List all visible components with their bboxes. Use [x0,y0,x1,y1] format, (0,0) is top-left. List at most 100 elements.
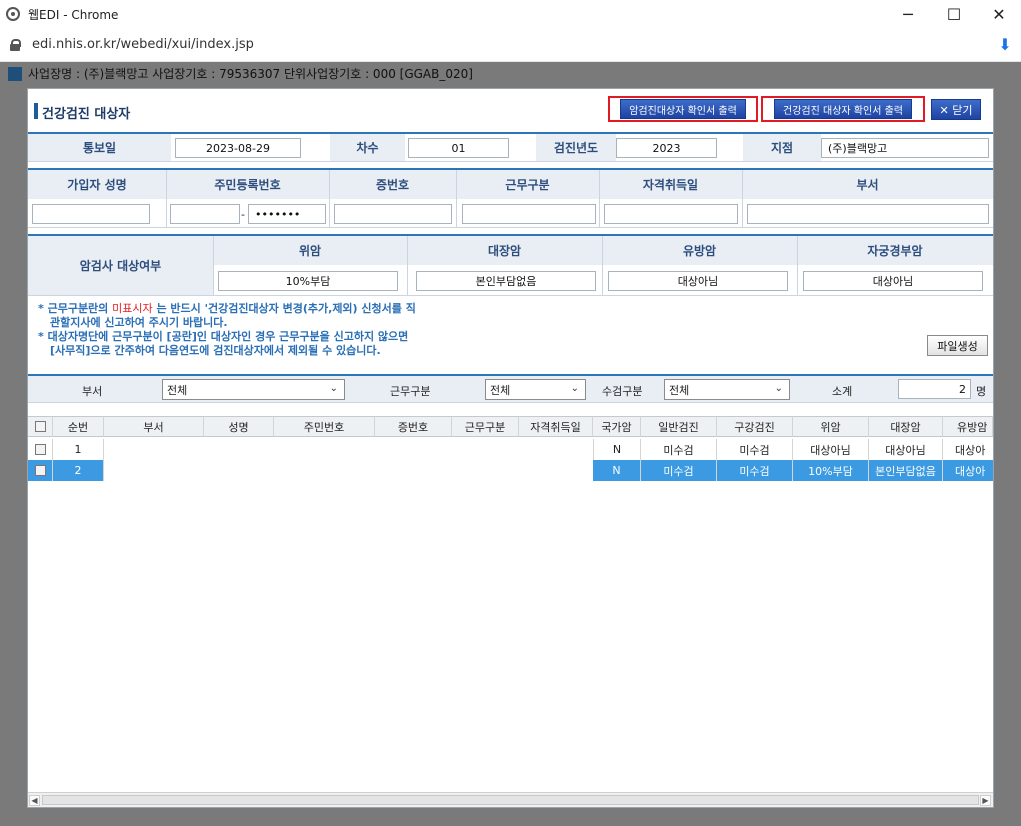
address-bar: edi.nhis.or.kr/webedi/xui/index.jsp ⬇ [0,28,1021,62]
rrn-dash: - [241,208,245,221]
scroll-right-icon[interactable]: ▶ [980,795,991,806]
col-header-no[interactable]: 순번 [53,416,104,437]
chevron-down-icon: ⌄ [774,383,783,394]
colon-cancer-field[interactable]: 본인부담없음 [416,271,596,291]
stomach-cancer-field[interactable]: 10%부담 [218,271,398,291]
cervical-cancer-field[interactable]: 대상아님 [803,271,983,291]
cell-no[interactable]: 1 [53,439,104,460]
subtotal-unit: 명 [976,385,987,398]
notice-text: * 근무구분란의 미표시자 는 반드시 '건강검진대상자 변경(추가,제외) 신… [38,302,416,358]
branch-label: 지점 [743,134,821,161]
url-text[interactable]: edi.nhis.or.kr/webedi/xui/index.jsp [32,37,254,52]
divider [213,236,214,295]
file-create-button[interactable]: 파일생성 [927,335,988,356]
scroll-thumb[interactable] [42,795,979,805]
chrome-app-icon [6,7,20,21]
divider [456,170,457,228]
col-header-breast[interactable]: 유방암 [943,416,993,437]
col-header-work[interactable]: 근무구분 [452,416,519,437]
col-header-colon[interactable]: 대장암 [869,416,943,437]
modal-title: 건강검진 대상자 [42,107,131,122]
exam-type-select[interactable]: 전체 ⌄ [664,379,790,400]
col-header-dept[interactable]: 부서 [104,416,204,437]
download-icon[interactable]: ⬇ [995,35,1015,55]
cell-blank[interactable] [104,439,593,460]
row-checkbox-cell[interactable] [28,460,53,481]
notice-line-1-pre: * 근무구분란의 [38,302,113,315]
cell-stomach[interactable]: 10%부담 [793,460,869,481]
filter-work-label: 근무구분 [390,385,431,398]
year-field[interactable]: 2023 [616,138,717,158]
breast-cancer-field[interactable]: 대상아님 [608,271,788,291]
cell-breast[interactable]: 대상아 [943,460,993,481]
row-checkbox[interactable] [34,444,46,455]
scroll-left-icon[interactable]: ◀ [29,795,40,806]
card-number-input[interactable] [334,204,452,224]
cell-national-cancer[interactable]: N [593,460,641,481]
select-all-checkbox[interactable] [34,421,46,432]
divider [742,170,743,228]
notice-line-2: 관할지사에 신고하여 주시기 바랍니다. [50,316,228,329]
cell-oral-exam[interactable]: 미수검 [717,439,793,460]
cell-colon[interactable]: 대상아님 [869,439,943,460]
divider [797,236,798,295]
col-header-rrn[interactable]: 주민번호 [274,416,375,437]
cell-no[interactable]: 2 [53,460,104,481]
rrn-front-input[interactable] [170,204,240,224]
maximize-button[interactable]: ☐ [931,0,977,28]
minimize-button[interactable]: ─ [885,0,931,28]
cell-oral-exam[interactable]: 미수검 [717,460,793,481]
cell-national-cancer[interactable]: N [593,439,641,460]
filter-dept-label: 부서 [82,385,103,398]
col-header-qual-date[interactable]: 자격취득일 [519,416,593,437]
health-print-button[interactable]: 건강검진 대상자 확인서 출력 [774,99,912,119]
work-type-input[interactable] [462,204,596,224]
row-checkbox-cell[interactable] [28,439,53,460]
col-header-card[interactable]: 증번호 [375,416,452,437]
business-info: 사업장명 : (주)블랙망고 사업장기호 : 79536307 단위사업장기호 … [8,65,473,82]
row-checkbox[interactable] [34,465,46,476]
cell-blank[interactable] [104,460,593,481]
work-label: 근무구분 [456,170,599,199]
horizontal-scrollbar[interactable]: ◀ ▶ [28,792,993,807]
dept-select[interactable]: 전체 ⌄ [162,379,345,400]
work-select-value: 전체 [490,383,511,397]
work-type-select[interactable]: 전체 ⌄ [485,379,586,400]
name-label: 가입자 성명 [28,170,166,199]
subtotal-label: 소계 [832,385,853,398]
col-header-national-cancer[interactable]: 국가암 [593,416,641,437]
cancer-print-button[interactable]: 암검진대상자 확인서 출력 [620,99,746,119]
qualification-date-label: 자격취득일 [599,170,742,199]
cell-stomach[interactable]: 대상아님 [793,439,869,460]
divider [599,170,600,228]
breast-cancer-label: 유방암 [602,236,797,265]
select-all-checkbox-cell[interactable] [28,416,53,437]
name-input[interactable] [32,204,150,224]
health-print-button-frame: 건강검진 대상자 확인서 출력 [761,96,925,122]
cell-general-exam[interactable]: 미수검 [641,439,717,460]
close-window-button[interactable]: ✕ [976,0,1021,28]
close-button[interactable]: ✕ 닫기 [931,99,981,120]
col-header-name[interactable]: 성명 [204,416,274,437]
rrn-back-input[interactable]: ••••••• [248,204,326,224]
cell-colon[interactable]: 본인부담없음 [869,460,943,481]
divider [602,236,603,295]
branch-field[interactable]: (주)블랙망고 [821,138,989,158]
cancer-row: 암검사 대상여부 위암 대장암 유방암 자궁경부암 10%부담 본인부담없음 대… [28,234,993,296]
year-label: 검진년도 [536,134,616,161]
round-field[interactable]: 01 [408,138,509,158]
cell-breast[interactable]: 대상아 [943,439,993,460]
col-header-oral-exam[interactable]: 구강검진 [717,416,793,437]
qualification-date-input[interactable] [604,204,738,224]
dept-input[interactable] [747,204,989,224]
cell-general-exam[interactable]: 미수검 [641,460,717,481]
divider [166,170,167,228]
col-header-stomach[interactable]: 위암 [793,416,869,437]
nhis-logo-icon [8,66,22,81]
filter-exam-label: 수검구분 [602,385,643,398]
chevron-down-icon: ⌄ [329,383,338,394]
col-header-general-exam[interactable]: 일반검진 [641,416,717,437]
notice-line-1: * 근무구분란의 미표시자 는 반드시 '건강검진대상자 변경(추가,제외) 신… [38,302,416,316]
chevron-down-icon: ⌄ [570,383,579,394]
notice-date-field[interactable]: 2023-08-29 [175,138,301,158]
